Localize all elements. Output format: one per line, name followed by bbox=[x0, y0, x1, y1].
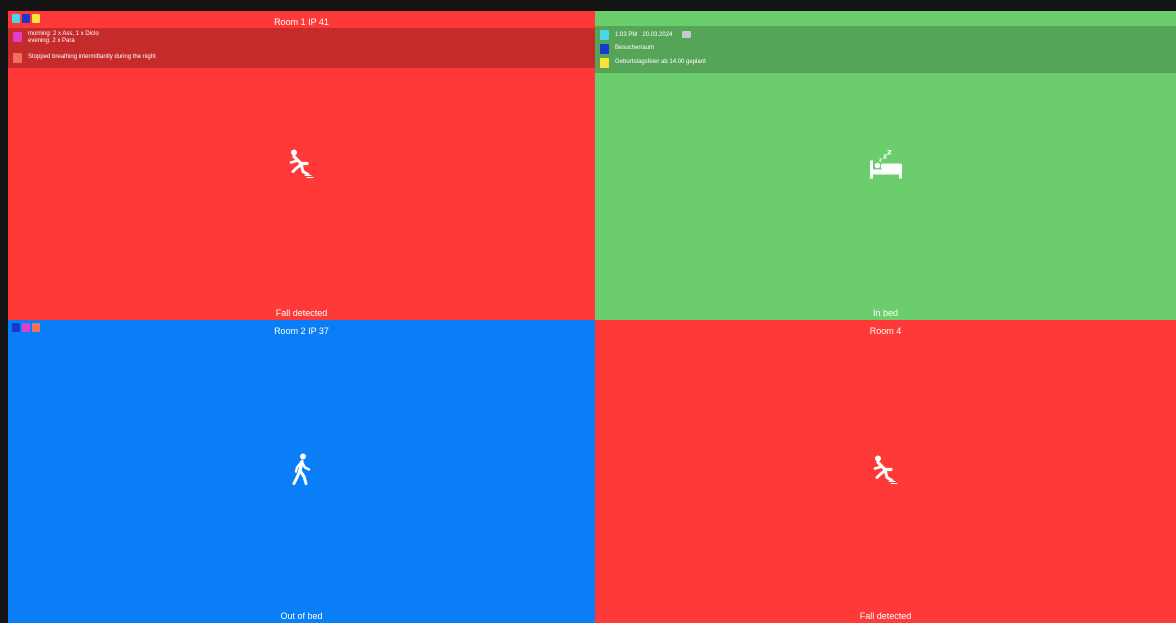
note-item[interactable]: Stopped breathing intermittantly during … bbox=[8, 52, 595, 65]
note-item[interactable]: Geburtstagsfeier ab 14:00 geplant bbox=[595, 57, 1176, 70]
note-color-marker bbox=[600, 30, 609, 40]
note-item[interactable]: morning: 2 x Ass, 1 x Diclo evening: 2 x… bbox=[8, 31, 595, 51]
note-line: evening: 2 x Para bbox=[28, 38, 75, 44]
time-label: 1:03 PM bbox=[615, 32, 638, 39]
room-tile-4[interactable]: Room 4 Fall detected bbox=[595, 320, 1176, 623]
svg-text:z: z bbox=[879, 157, 882, 163]
room-tile-3[interactable]: Room 2 IP 37 Out of bed bbox=[8, 320, 595, 623]
status-label: Fall detected bbox=[275, 308, 328, 318]
datetime-row: 1:03 PM 20.03.2024 bbox=[595, 29, 1176, 42]
notes-panel: 1:03 PM 20.03.2024 Besucherraum Geburtst… bbox=[595, 26, 1176, 73]
falling-person-icon bbox=[869, 452, 903, 491]
note-color-marker bbox=[600, 44, 609, 54]
note-color-marker bbox=[13, 53, 22, 63]
date-label: 20.03.2024 bbox=[642, 32, 673, 39]
calendar-icon[interactable] bbox=[682, 31, 692, 38]
status-label: Fall detected bbox=[859, 611, 912, 621]
note-color-marker bbox=[13, 32, 22, 42]
note-color-marker bbox=[600, 58, 609, 68]
room-title: Room 2 IP 37 bbox=[274, 326, 329, 336]
note-line: Stopped breathing intermittantly during … bbox=[28, 54, 156, 60]
svg-text:z: z bbox=[887, 147, 892, 156]
room-grid: Room 1 IP 41 morning: 2 x Ass, 1 x Diclo… bbox=[8, 11, 1176, 623]
room-title: Room 4 bbox=[869, 326, 902, 336]
notes-panel: morning: 2 x Ass, 1 x Diclo evening: 2 x… bbox=[8, 28, 595, 68]
note-line: Geburtstagsfeier ab 14:00 geplant bbox=[615, 59, 706, 65]
status-label: Out of bed bbox=[280, 611, 323, 621]
note-line: Besucherraum bbox=[615, 45, 655, 51]
room-title: Room 1 IP 41 bbox=[274, 17, 329, 27]
room-tile-2[interactable]: 1:03 PM 20.03.2024 Besucherraum Geburtst… bbox=[595, 11, 1176, 320]
note-item[interactable]: Besucherraum bbox=[595, 43, 1176, 56]
sleeping-bed-icon: z z z bbox=[868, 146, 904, 185]
walking-person-icon bbox=[287, 452, 317, 491]
falling-person-icon bbox=[285, 146, 319, 185]
room-tile-1[interactable]: Room 1 IP 41 morning: 2 x Ass, 1 x Diclo… bbox=[8, 11, 595, 320]
status-label: In bed bbox=[872, 308, 899, 318]
note-line: morning: 2 x Ass, 1 x Diclo bbox=[28, 31, 99, 37]
